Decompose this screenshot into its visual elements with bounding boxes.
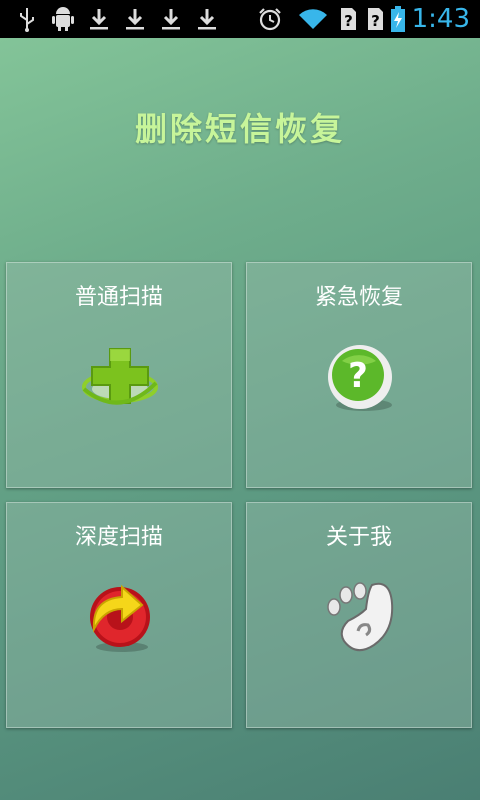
foot-icon <box>327 582 394 652</box>
deep-scan-label: 深度扫描 <box>74 525 163 550</box>
android-debug-icon <box>52 7 74 31</box>
normal-scan-label: 普通扫描 <box>74 285 163 310</box>
emergency-recover-label: 紧急恢复 <box>314 285 403 310</box>
battery-charging-icon <box>391 6 405 32</box>
about-me-button[interactable]: 关于我 <box>246 502 472 728</box>
wifi-icon <box>299 9 327 30</box>
svg-text:?: ? <box>344 12 353 30</box>
svg-text:?: ? <box>371 12 380 30</box>
sim-unknown-icon: ? <box>368 8 383 30</box>
status-bar: ? ? 1:43 <box>0 0 480 38</box>
normal-scan-button[interactable]: 普通扫描 <box>6 262 232 488</box>
app-title: 删除短信恢复 <box>134 110 345 148</box>
usb-icon <box>20 8 34 32</box>
question-icon: ? <box>328 345 392 411</box>
download-icon <box>162 9 180 30</box>
download-icon <box>126 9 144 30</box>
download-icon <box>90 9 108 30</box>
download-icon <box>198 9 216 30</box>
svg-text:?: ? <box>348 356 368 396</box>
sim-unknown-icon: ? <box>341 8 356 30</box>
deep-scan-button[interactable]: 深度扫描 <box>6 502 232 728</box>
emergency-recover-button[interactable]: 紧急恢复 ? <box>246 262 472 488</box>
refresh-arrow-icon <box>90 584 150 652</box>
about-me-label: 关于我 <box>325 525 392 550</box>
clock-time: 1:43 <box>411 4 470 34</box>
green-cross-icon <box>82 348 158 405</box>
alarm-icon <box>259 8 281 31</box>
